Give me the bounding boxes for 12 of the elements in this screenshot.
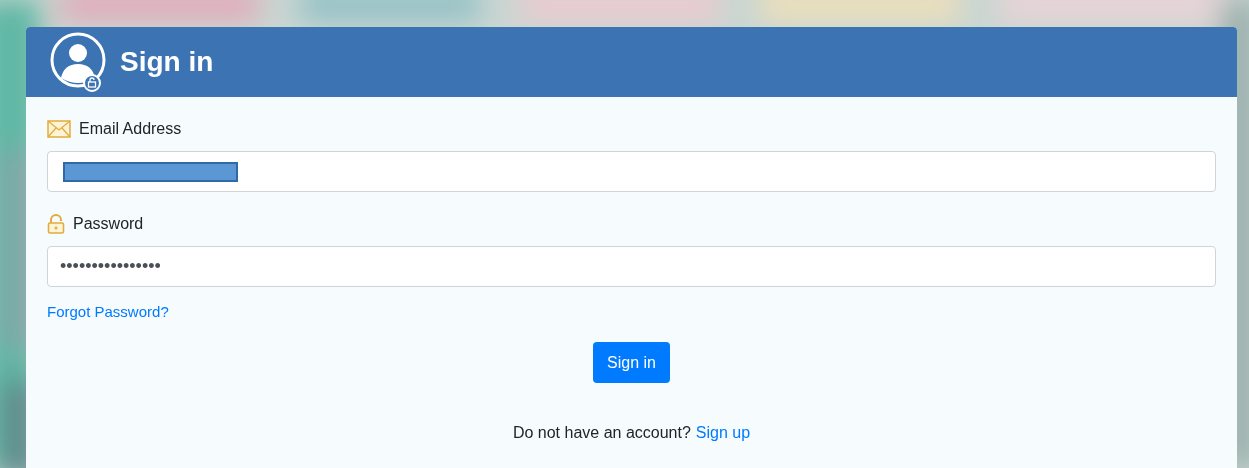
email-field[interactable]: [47, 151, 1216, 192]
sign-up-link[interactable]: Sign up: [695, 421, 751, 445]
account-prompt: Do not have an account?: [512, 423, 691, 443]
envelope-icon: [47, 120, 71, 138]
email-label: Email Address: [79, 119, 182, 139]
forgot-password-link[interactable]: Forgot Password?: [47, 301, 169, 324]
user-lock-icon: [50, 32, 106, 92]
header-title: Sign in: [120, 45, 214, 79]
password-label: Password: [73, 214, 144, 234]
padlock-icon: [47, 214, 65, 234]
sign-in-button[interactable]: Sign in: [593, 342, 670, 383]
password-field[interactable]: ••••••••••••••••: [47, 246, 1216, 287]
